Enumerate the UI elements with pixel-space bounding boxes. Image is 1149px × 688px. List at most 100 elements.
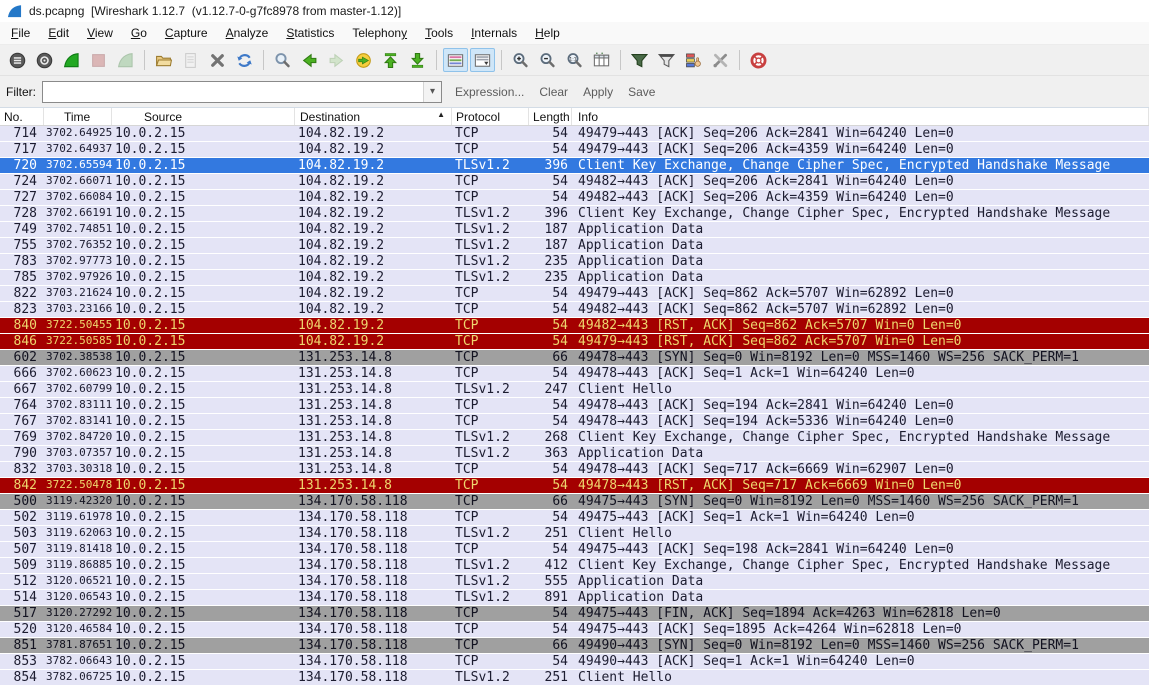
zoom-normal-icon[interactable]: 1:1 — [562, 48, 587, 72]
filter-input[interactable] — [43, 82, 423, 102]
packet-destination: 134.170.58.118 — [295, 622, 452, 637]
packet-no: 502 — [0, 510, 44, 525]
packet-source: 10.0.2.15 — [112, 590, 295, 605]
menu-tools[interactable]: Tools — [416, 23, 462, 43]
menu-internals[interactable]: Internals — [462, 23, 526, 43]
go-bottom-icon[interactable] — [405, 48, 430, 72]
packet-row[interactable]: 8533782.0664310.0.2.15134.170.58.118TCP5… — [0, 654, 1149, 670]
packet-destination: 104.82.19.2 — [295, 286, 452, 301]
packet-row[interactable]: 8423722.5047810.0.2.15131.253.14.8TCP544… — [0, 478, 1149, 494]
packet-row[interactable]: 8223703.2162410.0.2.15104.82.19.2TCP5449… — [0, 286, 1149, 302]
column-header-destination[interactable]: Destination▲ — [295, 108, 452, 125]
reload-icon[interactable] — [232, 48, 257, 72]
packet-protocol: TCP — [452, 190, 529, 205]
column-header-protocol[interactable]: Protocol — [452, 108, 529, 125]
packet-row[interactable]: 5093119.8688510.0.2.15134.170.58.118TLSv… — [0, 558, 1149, 574]
menu-edit[interactable]: Edit — [39, 23, 78, 43]
go-back-icon[interactable] — [297, 48, 322, 72]
capture-filter-icon[interactable] — [627, 48, 652, 72]
menu-file[interactable]: File — [2, 23, 39, 43]
find-packet-icon[interactable] — [270, 48, 295, 72]
packet-no: 764 — [0, 398, 44, 413]
packet-row[interactable]: 5123120.0652110.0.2.15134.170.58.118TLSv… — [0, 574, 1149, 590]
packet-protocol: TCP — [452, 318, 529, 333]
column-header-source[interactable]: Source — [112, 108, 295, 125]
menu-help[interactable]: Help — [526, 23, 569, 43]
column-header-time[interactable]: Time — [44, 108, 112, 125]
packet-info: Client Hello — [572, 526, 1149, 541]
packet-row[interactable]: 5023119.6197810.0.2.15134.170.58.118TCP5… — [0, 510, 1149, 526]
coloring-rules-icon[interactable] — [681, 48, 706, 72]
packet-row[interactable]: 7273702.6608410.0.2.15104.82.19.2TCP5449… — [0, 190, 1149, 206]
packet-row[interactable]: 7833702.9777310.0.2.15104.82.19.2TLSv1.2… — [0, 254, 1149, 270]
menu-analyze[interactable]: Analyze — [217, 23, 278, 43]
packet-row[interactable]: 5073119.8141810.0.2.15134.170.58.118TCP5… — [0, 542, 1149, 558]
menu-go[interactable]: Go — [122, 23, 156, 43]
packet-row[interactable]: 7693702.8472010.0.2.15131.253.14.8TLSv1.… — [0, 430, 1149, 446]
preferences-icon[interactable] — [708, 48, 733, 72]
menu-telephony[interactable]: Telephony — [343, 23, 416, 43]
zoom-out-icon[interactable] — [535, 48, 560, 72]
packet-protocol: TCP — [452, 622, 529, 637]
packet-row[interactable]: 8323703.3031810.0.2.15131.253.14.8TCP544… — [0, 462, 1149, 478]
packet-row[interactable]: 6023702.3853810.0.2.15131.253.14.8TCP664… — [0, 350, 1149, 366]
packet-row[interactable]: 7173702.6493710.0.2.15104.82.19.2TCP5449… — [0, 142, 1149, 158]
help-icon[interactable] — [746, 48, 771, 72]
colorize-icon[interactable] — [443, 48, 468, 72]
column-header-length[interactable]: Length — [529, 108, 572, 125]
packet-source: 10.0.2.15 — [112, 222, 295, 237]
packet-no: 822 — [0, 286, 44, 301]
packet-destination: 134.170.58.118 — [295, 494, 452, 509]
packet-no: 783 — [0, 254, 44, 269]
close-file-icon[interactable] — [205, 48, 230, 72]
packet-time: 3702.64937 — [44, 142, 112, 157]
packet-row[interactable]: 7493702.7485110.0.2.15104.82.19.2TLSv1.2… — [0, 222, 1149, 238]
go-top-icon[interactable] — [378, 48, 403, 72]
packet-row[interactable]: 7903703.0735710.0.2.15131.253.14.8TLSv1.… — [0, 446, 1149, 462]
open-file-icon[interactable] — [151, 48, 176, 72]
apply-button[interactable]: Apply — [583, 85, 613, 99]
packet-row[interactable]: 6663702.6062310.0.2.15131.253.14.8TCP544… — [0, 366, 1149, 382]
clear-button[interactable]: Clear — [539, 85, 568, 99]
packet-source: 10.0.2.15 — [112, 238, 295, 253]
resize-columns-icon[interactable] — [589, 48, 614, 72]
packet-row[interactable]: 7143702.6492510.0.2.15104.82.19.2TCP5449… — [0, 126, 1149, 142]
packet-row[interactable]: 7853702.9792610.0.2.15104.82.19.2TLSv1.2… — [0, 270, 1149, 286]
packet-row[interactable]: 8463722.5058510.0.2.15104.82.19.2TCP5449… — [0, 334, 1149, 350]
list-interfaces-icon[interactable] — [5, 48, 30, 72]
packet-row[interactable]: 7673702.8314110.0.2.15131.253.14.8TCP544… — [0, 414, 1149, 430]
menu-capture[interactable]: Capture — [156, 23, 217, 43]
menu-view[interactable]: View — [78, 23, 122, 43]
packet-row[interactable]: 8513781.8765110.0.2.15134.170.58.118TCP6… — [0, 638, 1149, 654]
chevron-down-icon[interactable]: ▾ — [423, 82, 441, 102]
packet-row[interactable]: 7283702.6619110.0.2.15104.82.19.2TLSv1.2… — [0, 206, 1149, 222]
packet-row[interactable]: 7643702.8311110.0.2.15131.253.14.8TCP544… — [0, 398, 1149, 414]
packet-row[interactable]: 5033119.6206310.0.2.15134.170.58.118TLSv… — [0, 526, 1149, 542]
column-header-info[interactable]: Info — [572, 108, 1149, 125]
expression-button[interactable]: Expression... — [455, 85, 524, 99]
zoom-in-icon[interactable] — [508, 48, 533, 72]
packet-row[interactable]: 6673702.6079910.0.2.15131.253.14.8TLSv1.… — [0, 382, 1149, 398]
packet-destination: 134.170.58.118 — [295, 510, 452, 525]
packet-row[interactable]: 5003119.4232010.0.2.15134.170.58.118TCP6… — [0, 494, 1149, 510]
packet-row[interactable]: 5143120.0654310.0.2.15134.170.58.118TLSv… — [0, 590, 1149, 606]
save-button[interactable]: Save — [628, 85, 655, 99]
capture-options-icon[interactable] — [32, 48, 57, 72]
column-header-no[interactable]: No. — [0, 108, 44, 125]
packet-row[interactable]: 8403722.5045510.0.2.15104.82.19.2TCP5449… — [0, 318, 1149, 334]
packet-row[interactable]: 7243702.6607110.0.2.15104.82.19.2TCP5449… — [0, 174, 1149, 190]
start-capture-icon[interactable] — [59, 48, 84, 72]
packet-row[interactable]: 7553702.7635210.0.2.15104.82.19.2TLSv1.2… — [0, 238, 1149, 254]
packet-row[interactable]: 5203120.4658410.0.2.15134.170.58.118TCP5… — [0, 622, 1149, 638]
packet-row[interactable]: 7203702.6559410.0.2.15104.82.19.2TLSv1.2… — [0, 158, 1149, 174]
toolbar-separator — [263, 50, 264, 70]
packet-row[interactable]: 8543782.0672510.0.2.15134.170.58.118TLSv… — [0, 670, 1149, 686]
packet-length: 66 — [529, 350, 572, 365]
packet-info: Application Data — [572, 590, 1149, 605]
autoscroll-icon[interactable] — [470, 48, 495, 72]
display-filter-icon[interactable] — [654, 48, 679, 72]
menu-statistics[interactable]: Statistics — [277, 23, 343, 43]
go-to-packet-icon[interactable] — [351, 48, 376, 72]
packet-row[interactable]: 5173120.2729210.0.2.15134.170.58.118TCP5… — [0, 606, 1149, 622]
packet-row[interactable]: 8233703.2316610.0.2.15104.82.19.2TCP5449… — [0, 302, 1149, 318]
